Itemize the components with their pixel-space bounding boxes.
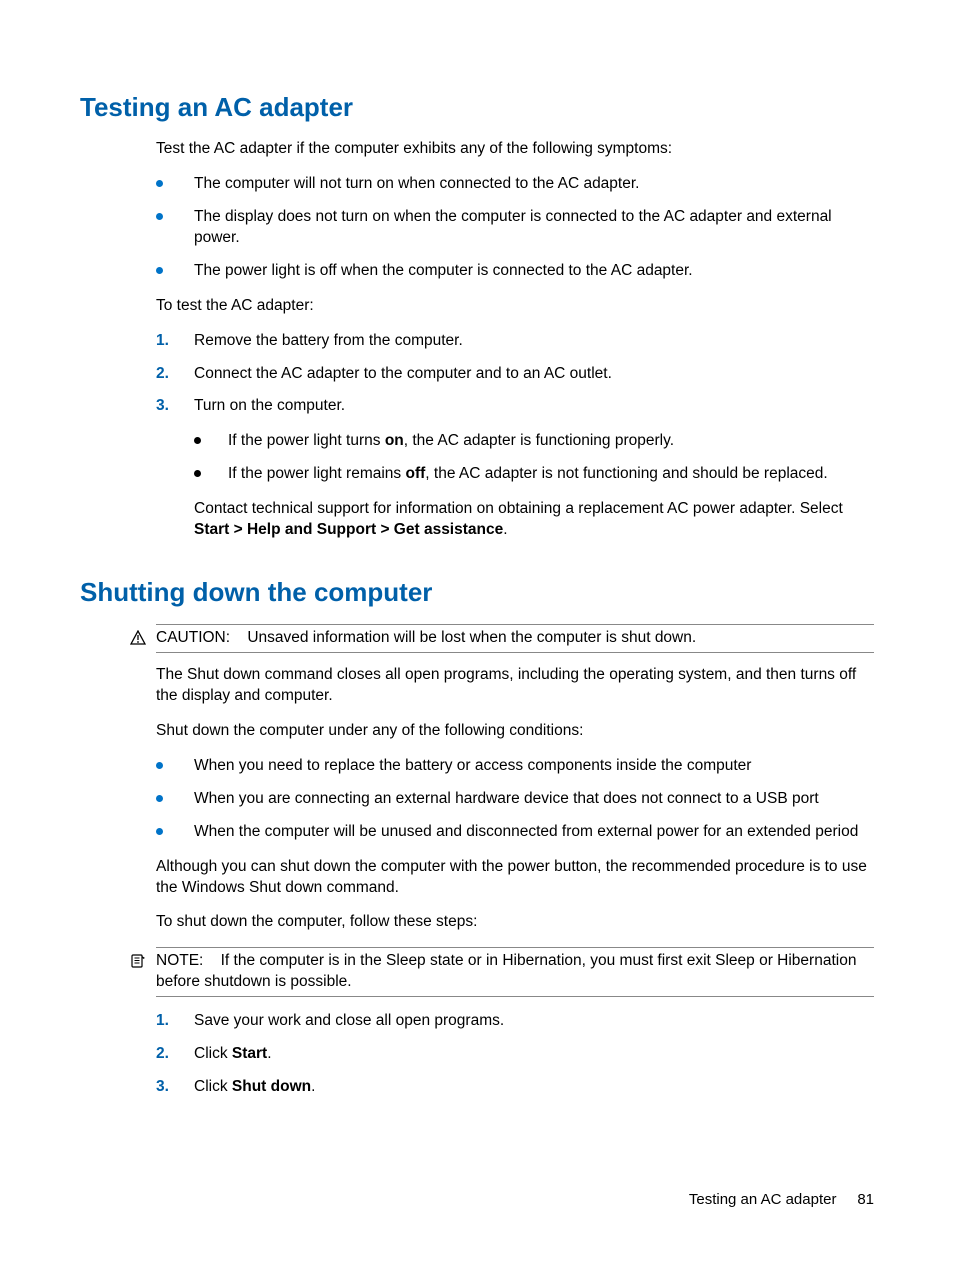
- page-number: 81: [857, 1191, 874, 1208]
- step-text: Turn on the computer.: [194, 397, 345, 414]
- paragraph: Although you can shut down the computer …: [156, 857, 874, 899]
- section-body-3: Save your work and close all open progra…: [156, 1011, 874, 1098]
- paragraph: Contact technical support for informatio…: [194, 499, 874, 541]
- footer-title: Testing an AC adapter: [689, 1191, 837, 1208]
- list-item: If the power light turns on, the AC adap…: [194, 431, 874, 452]
- text-bold: Shut down: [232, 1078, 311, 1095]
- list-item: The computer will not turn on when conne…: [156, 174, 874, 195]
- caution-label: CAUTION:: [156, 629, 230, 646]
- text: .: [267, 1045, 271, 1062]
- text: Contact technical support for informatio…: [194, 500, 843, 517]
- text: Click: [194, 1078, 232, 1095]
- list-item: If the power light remains off, the AC a…: [194, 464, 874, 485]
- paragraph: Shut down the computer under any of the …: [156, 721, 874, 742]
- note-icon: [130, 953, 146, 969]
- sub-list: If the power light turns on, the AC adap…: [194, 431, 874, 485]
- step-item: Remove the battery from the computer.: [156, 331, 874, 352]
- paragraph: The Shut down command closes all open pr…: [156, 665, 874, 707]
- step-item: Click Start.: [156, 1044, 874, 1065]
- text: If the power light remains: [228, 465, 405, 482]
- list-item: When the computer will be unused and dis…: [156, 822, 874, 843]
- step-item: Turn on the computer. If the power light…: [156, 396, 874, 541]
- paragraph: To test the AC adapter:: [156, 296, 874, 317]
- step-item: Connect the AC adapter to the computer a…: [156, 364, 874, 385]
- text: .: [311, 1078, 315, 1095]
- conditions-list: When you need to replace the battery or …: [156, 756, 874, 843]
- text-bold: on: [385, 432, 404, 449]
- text: .: [503, 521, 507, 538]
- text-bold: Start > Help and Support > Get assistanc…: [194, 521, 503, 538]
- symptom-list: The computer will not turn on when conne…: [156, 174, 874, 282]
- text: , the AC adapter is not functioning and …: [425, 465, 827, 482]
- text-bold: off: [405, 465, 425, 482]
- test-steps: Remove the battery from the computer. Co…: [156, 331, 874, 541]
- page-footer: Testing an AC adapter 81: [689, 1190, 874, 1210]
- note-label: NOTE:: [156, 952, 203, 969]
- note-box: NOTE: If the computer is in the Sleep st…: [128, 947, 874, 997]
- heading-shutting-down: Shutting down the computer: [80, 575, 874, 610]
- section-body-2: The Shut down command closes all open pr…: [156, 665, 874, 933]
- list-item: The display does not turn on when the co…: [156, 207, 874, 249]
- heading-testing-ac-adapter: Testing an AC adapter: [80, 90, 874, 125]
- paragraph: Test the AC adapter if the computer exhi…: [156, 139, 874, 160]
- caution-text: Unsaved information will be lost when th…: [247, 629, 696, 646]
- step-item: Click Shut down.: [156, 1077, 874, 1098]
- list-item: When you are connecting an external hard…: [156, 789, 874, 810]
- note-text: If the computer is in the Sleep state or…: [156, 952, 856, 990]
- caution-box: CAUTION: Unsaved information will be los…: [128, 624, 874, 653]
- list-item: The power light is off when the computer…: [156, 261, 874, 282]
- text: If the power light turns: [228, 432, 385, 449]
- list-item: When you need to replace the battery or …: [156, 756, 874, 777]
- text: , the AC adapter is functioning properly…: [404, 432, 674, 449]
- shutdown-steps: Save your work and close all open progra…: [156, 1011, 874, 1098]
- text: Click: [194, 1045, 232, 1062]
- section-body: Test the AC adapter if the computer exhi…: [156, 139, 874, 541]
- step-item: Save your work and close all open progra…: [156, 1011, 874, 1032]
- text-bold: Start: [232, 1045, 267, 1062]
- paragraph: To shut down the computer, follow these …: [156, 912, 874, 933]
- caution-icon: [130, 630, 146, 646]
- document-page: Testing an AC adapter Test the AC adapte…: [0, 0, 954, 1270]
